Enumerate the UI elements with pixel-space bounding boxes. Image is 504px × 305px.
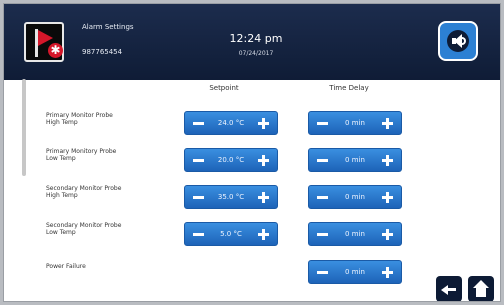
delay-stepper-secondary-low[interactable]: 0 min [308, 222, 402, 246]
speaker-icon [447, 30, 469, 52]
minus-icon[interactable] [193, 196, 204, 199]
delay-stepper-primary-high[interactable]: 0 min [308, 111, 402, 135]
delay-value: 0 min [345, 156, 365, 164]
setpoint-stepper-secondary-high[interactable]: 35.0 °C [184, 185, 278, 209]
delay-stepper-primary-low[interactable]: 0 min [308, 148, 402, 172]
delay-value: 0 min [345, 119, 365, 127]
clock-date: 07/24/2017 [238, 50, 274, 57]
home-button[interactable] [468, 276, 494, 301]
setpoint-value: 35.0 °C [217, 193, 245, 201]
delay-stepper-secondary-high[interactable]: 0 min [308, 185, 402, 209]
clock-time: 12:24 pm [229, 32, 283, 45]
minus-icon[interactable] [193, 122, 204, 125]
sound-button[interactable] [438, 21, 478, 61]
minus-icon[interactable] [317, 196, 328, 199]
minus-icon[interactable] [193, 159, 204, 162]
row-label-secondary-low: Secondary Monitor Probe Low Temp [46, 222, 122, 236]
setpoint-value: 5.0 °C [220, 230, 242, 238]
minus-icon[interactable] [193, 233, 204, 236]
delay-value: 0 min [345, 268, 365, 276]
row-label-primary-low: Primary Monitory Probe Low Temp [46, 148, 117, 162]
setpoint-value: 24.0 °C [217, 119, 245, 127]
header-bar: ✱ Alarm Settings 987765454 12:24 pm 07/2… [4, 4, 500, 80]
time-delay-header: Time Delay [329, 84, 369, 92]
minus-icon[interactable] [317, 233, 328, 236]
scrollbar[interactable] [22, 79, 26, 176]
delay-stepper-power-failure[interactable]: 0 min [308, 260, 402, 284]
back-button[interactable] [436, 276, 462, 301]
minus-icon[interactable] [317, 271, 328, 274]
row-label-power-failure: Power Failure [46, 263, 86, 270]
setpoint-header: Setpoint [209, 84, 239, 92]
page-title: Alarm Settings [82, 23, 134, 31]
delay-value: 0 min [345, 230, 365, 238]
minus-icon[interactable] [317, 122, 328, 125]
row-label-secondary-high: Secondary Monitor Probe High Temp [46, 185, 122, 199]
setpoint-stepper-primary-high[interactable]: 24.0 °C [184, 111, 278, 135]
setpoint-value: 20.0 °C [217, 156, 245, 164]
setpoint-stepper-primary-low[interactable]: 20.0 °C [184, 148, 278, 172]
alarm-flag-button[interactable]: ✱ [24, 22, 64, 62]
minus-icon[interactable] [317, 159, 328, 162]
serial-number: 987765454 [82, 48, 123, 56]
row-label-primary-high: Primary Monitor Probe High Temp [46, 112, 113, 126]
delay-value: 0 min [345, 193, 365, 201]
setpoint-stepper-secondary-low[interactable]: 5.0 °C [184, 222, 278, 246]
alarm-asterisk-icon: ✱ [48, 43, 63, 58]
alarm-settings-screen: ✱ Alarm Settings 987765454 12:24 pm 07/2… [3, 3, 501, 302]
home-icon [473, 280, 489, 288]
